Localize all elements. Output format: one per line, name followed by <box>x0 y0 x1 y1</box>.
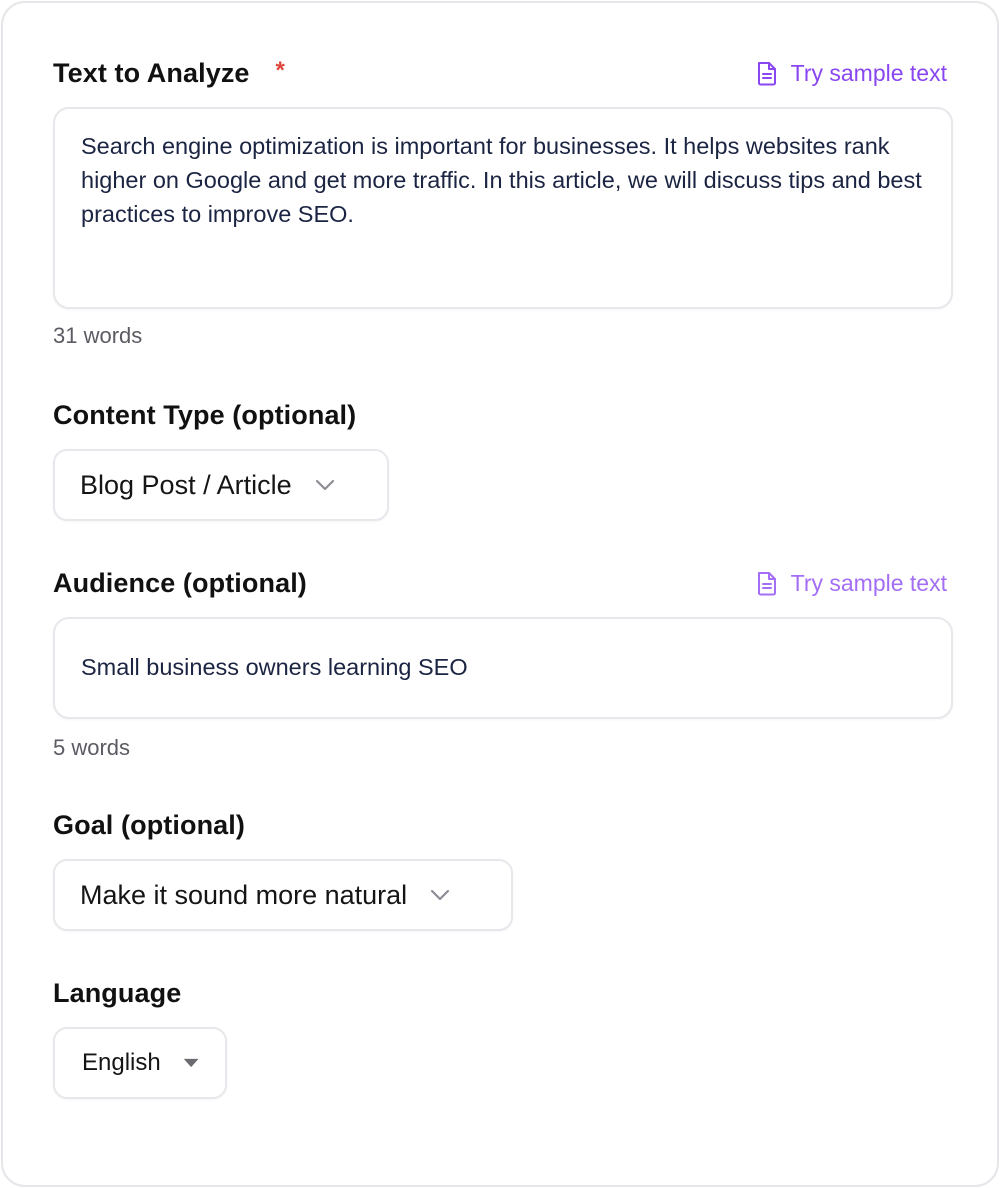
content-type-selected: Blog Post / Article <box>80 469 292 500</box>
language-label: Language <box>53 977 182 1008</box>
audience-try-sample-text-link[interactable]: Try sample text <box>755 570 947 597</box>
chevron-down-icon <box>431 889 450 901</box>
caret-down-icon <box>183 1058 199 1068</box>
content-type-label: Content Type (optional) <box>53 399 357 430</box>
text-to-analyze-input[interactable]: Search engine optimization is important … <box>53 107 953 309</box>
audience-value: Small business owners learning SEO <box>81 654 468 680</box>
audience-header: Audience (optional) Try sample text <box>53 567 947 599</box>
text-to-analyze-header: Text to Analyze * Try sample text <box>53 57 947 89</box>
goal-header: Goal (optional) <box>53 809 947 841</box>
try-sample-text-link[interactable]: Try sample text <box>755 60 947 87</box>
goal-selected: Make it sound more natural <box>80 879 408 910</box>
chevron-down-icon <box>315 479 334 491</box>
audience-try-sample-text-label: Try sample text <box>790 569 947 596</box>
text-to-analyze-label: Text to Analyze <box>53 57 250 88</box>
language-select[interactable]: English <box>53 1027 227 1099</box>
required-mark: * <box>275 56 285 84</box>
text-to-analyze-label-group: Text to Analyze * <box>53 56 285 89</box>
content-type-header: Content Type (optional) <box>53 399 947 431</box>
audience-input[interactable]: Small business owners learning SEO <box>53 617 953 719</box>
document-icon <box>757 572 776 596</box>
language-selected: English <box>82 1049 161 1076</box>
text-to-analyze-value: Search engine optimization is important … <box>81 133 922 227</box>
text-word-count: 31 words <box>53 323 143 348</box>
audience-label: Audience (optional) <box>53 567 307 598</box>
goal-select[interactable]: Make it sound more natural <box>53 859 513 931</box>
language-header: Language <box>53 977 947 1009</box>
goal-label: Goal (optional) <box>53 809 245 840</box>
form-card: Text to Analyze * Try sample text Search … <box>1 1 999 1187</box>
try-sample-text-label: Try sample text <box>790 59 947 86</box>
content-type-select[interactable]: Blog Post / Article <box>53 449 389 521</box>
document-icon <box>757 62 776 86</box>
audience-word-count: 5 words <box>53 735 131 760</box>
